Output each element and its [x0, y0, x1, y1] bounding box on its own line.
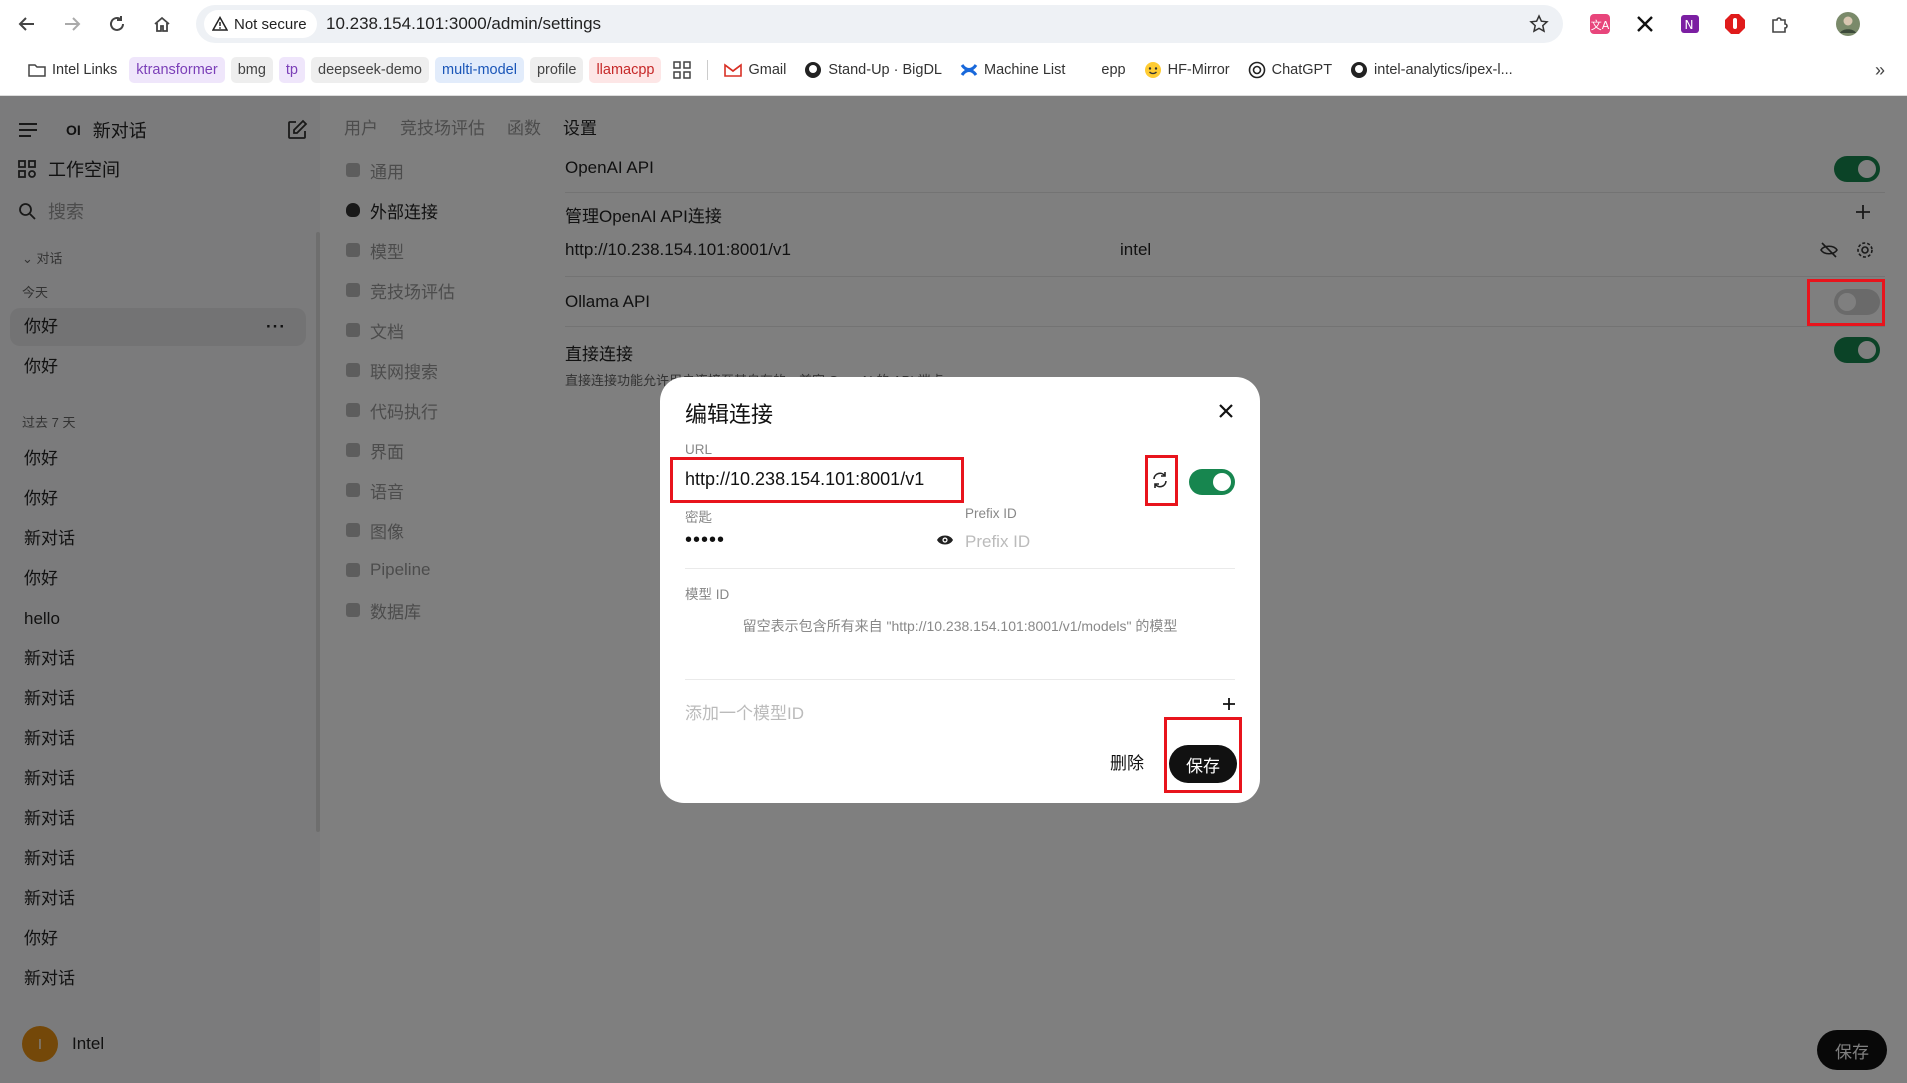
security-label: Not secure	[234, 15, 307, 33]
bookmark-ktransformer[interactable]: ktransformer	[129, 57, 225, 83]
bookmark-intel-links[interactable]: Intel Links	[22, 57, 123, 83]
extensions-puzzle-icon[interactable]	[1767, 11, 1793, 37]
translate-extension-icon[interactable]: 文A	[1587, 11, 1613, 37]
bookmark-intel-analytics[interactable]: intel-analytics/ipex-l...	[1344, 57, 1519, 83]
model-id-label: 模型 ID	[685, 587, 730, 602]
bookmark-standup-bigdl[interactable]: Stand-Up · BigDL	[798, 57, 948, 83]
prefix-id-input[interactable]: Prefix ID	[965, 532, 1030, 552]
bookmark-label: deepseek-demo	[318, 62, 422, 78]
back-icon[interactable]	[11, 8, 43, 40]
bookmark-label: tp	[285, 62, 298, 78]
warning-icon	[212, 16, 228, 31]
browser-chrome: Not secure 10.238.154.101:3000/admin/set…	[0, 0, 1907, 96]
bookmark-hf-mirror[interactable]: HF-Mirror	[1138, 57, 1236, 83]
security-chip[interactable]: Not secure	[204, 10, 317, 38]
bookmark-chatgpt[interactable]: ChatGPT	[1242, 57, 1338, 83]
bookmark-label: intel-analytics/ipex-l...	[1374, 62, 1513, 78]
key-input[interactable]: •••••	[685, 529, 725, 552]
bookmarks-separator	[707, 60, 709, 80]
divider	[685, 568, 1235, 569]
onenote-extension-icon[interactable]: N	[1677, 11, 1703, 37]
add-model-id-input[interactable]: 添加一个模型ID	[685, 699, 804, 724]
hugging-face-icon	[1144, 62, 1161, 78]
bookmark-label: ChatGPT	[1271, 62, 1333, 78]
home-icon[interactable]	[146, 8, 178, 40]
prefix-id-label: Prefix ID	[965, 506, 1017, 521]
bookmark-multi-model[interactable]: multi-model	[435, 57, 524, 83]
bookmark-profile[interactable]: profile	[529, 57, 584, 83]
chatgpt-icon	[1248, 61, 1265, 79]
bookmark-label: Stand-Up · BigDL	[828, 62, 942, 78]
bookmark-tp[interactable]: tp	[278, 57, 305, 83]
reload-icon[interactable]	[101, 8, 133, 40]
bookmark-bmg[interactable]: bmg	[230, 57, 273, 83]
highlight-url-input	[670, 457, 964, 503]
stop-extension-icon[interactable]	[1722, 11, 1748, 37]
bookmark-llamacpp[interactable]: llamacpp	[589, 57, 662, 83]
url-label: URL	[685, 442, 713, 457]
bookmark-label: Machine List	[983, 62, 1066, 78]
highlight-save-button	[1164, 717, 1242, 793]
github-icon	[805, 62, 822, 78]
profile-avatar-icon[interactable]	[1835, 11, 1861, 37]
bookmark-label: ktransformer	[136, 62, 218, 78]
bookmark-machine-list[interactable]: Machine List	[954, 57, 1071, 83]
bookmarks-overflow-chevron-icon[interactable]: »	[1875, 60, 1885, 81]
close-icon[interactable]	[1218, 403, 1234, 419]
browser-toolbar: Not secure 10.238.154.101:3000/admin/set…	[0, 0, 1907, 48]
apps-grid-icon[interactable]	[667, 57, 697, 83]
bookmark-label: llamacpp	[596, 62, 655, 78]
confluence-icon	[960, 64, 978, 76]
bookmark-label: profile	[536, 62, 577, 78]
gmail-icon	[724, 63, 743, 77]
forward-icon[interactable]	[56, 8, 88, 40]
bookmark-star-icon[interactable]	[1529, 14, 1549, 34]
highlight-refresh-button	[1145, 455, 1178, 506]
url-text[interactable]: 10.238.154.101:3000/admin/settings	[326, 5, 601, 43]
delete-button[interactable]: 删除	[1098, 745, 1156, 783]
bookmark-label: bmg	[237, 62, 266, 78]
model-id-note: 留空表示包含所有来自 "http://10.238.154.101:8001/v…	[742, 618, 1178, 634]
divider	[685, 679, 1235, 680]
svg-text:N: N	[1685, 18, 1694, 32]
bookmark-label: HF-Mirror	[1167, 62, 1230, 78]
bookmark-epp[interactable]: epp	[1095, 57, 1131, 83]
modal-title: 编辑连接	[685, 402, 774, 427]
connection-enabled-toggle[interactable]	[1189, 469, 1235, 495]
highlight-ollama-toggle	[1807, 279, 1885, 326]
x-extension-icon[interactable]	[1632, 11, 1658, 37]
bookmark-label: epp	[1101, 62, 1126, 78]
bookmark-deepseek-demo[interactable]: deepseek-demo	[311, 57, 429, 83]
folder-icon	[28, 64, 46, 77]
key-label: 密匙	[685, 510, 712, 525]
bookmarks-bar: Intel Links ktransformer bmg tp deepseek…	[0, 52, 1907, 88]
svg-text:文A: 文A	[1591, 18, 1610, 32]
add-model-plus-icon[interactable]	[1222, 697, 1236, 711]
bookmark-gmail[interactable]: Gmail	[718, 57, 792, 83]
github-icon	[1351, 62, 1368, 78]
bookmark-label: Gmail	[748, 62, 787, 78]
address-bar[interactable]: Not secure 10.238.154.101:3000/admin/set…	[196, 5, 1563, 43]
bookmark-label: multi-model	[442, 62, 517, 78]
bookmark-label: Intel Links	[52, 62, 118, 78]
eye-icon[interactable]	[936, 533, 954, 547]
